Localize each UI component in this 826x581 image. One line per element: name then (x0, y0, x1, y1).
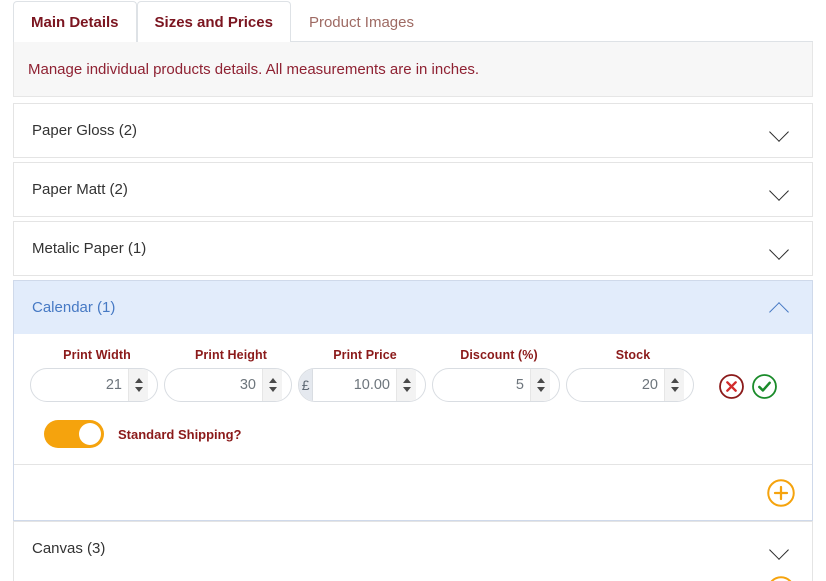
variant-actions (718, 373, 778, 402)
input-wrap-print-width (30, 368, 158, 402)
accordion-title: Calendar (1) (32, 299, 116, 316)
accordion-title: Paper Matt (2) (32, 181, 128, 198)
circle-check-icon[interactable] (751, 373, 778, 400)
stepper-up-icon[interactable] (670, 378, 679, 383)
field-discount: Discount (%) (432, 348, 566, 402)
tab-bar: Main Details Sizes and Prices Product Im… (13, 0, 813, 42)
stepper-up-icon[interactable] (268, 378, 277, 383)
toggle-knob (79, 423, 101, 445)
label-discount: Discount (%) (460, 348, 538, 362)
accordion-header-canvas[interactable]: Canvas (3) (14, 522, 812, 575)
accordion-header-paper-gloss[interactable]: Paper Gloss (2) (14, 104, 812, 157)
field-print-width: Print Width (30, 348, 164, 402)
print-price-input[interactable] (313, 369, 396, 401)
label-print-height: Print Height (194, 348, 268, 362)
label-stock: Stock (615, 348, 651, 362)
input-wrap-stock (566, 368, 694, 402)
tab-main-details[interactable]: Main Details (13, 1, 137, 42)
add-variant-row (14, 465, 812, 520)
accordion-title: Canvas (3) (32, 540, 106, 557)
stock-stepper[interactable] (664, 369, 684, 401)
variant-row: Print Width Print Height (14, 334, 812, 465)
discount-stepper[interactable] (530, 369, 550, 401)
print-height-stepper[interactable] (262, 369, 282, 401)
circle-plus-icon[interactable] (766, 478, 796, 508)
stepper-down-icon[interactable] (134, 387, 143, 392)
accordion-item-canvas: Canvas (3) (13, 521, 813, 576)
info-banner-text: Manage individual products details. All … (28, 60, 480, 78)
print-height-input[interactable] (165, 369, 262, 401)
circle-plus-icon[interactable] (766, 575, 796, 581)
accordion-header-metalic-paper[interactable]: Metalic Paper (1) (14, 222, 812, 275)
input-wrap-print-price: £ (298, 368, 426, 402)
currency-prefix: £ (299, 369, 314, 401)
print-width-input[interactable] (31, 369, 128, 401)
stepper-down-icon[interactable] (402, 387, 411, 392)
tab-product-images[interactable]: Product Images (291, 1, 432, 42)
print-price-stepper[interactable] (396, 369, 416, 401)
standard-shipping-toggle[interactable] (44, 420, 104, 448)
field-stock: Stock (566, 348, 700, 402)
input-wrap-print-height (164, 368, 292, 402)
next-section-peek (13, 573, 813, 581)
chevron-down-icon[interactable] (768, 541, 794, 557)
circle-x-icon[interactable] (718, 373, 745, 400)
accordion-item-calendar: Calendar (1) Print Width 21 Print Height… (13, 280, 813, 521)
stepper-down-icon[interactable] (536, 387, 545, 392)
accordion-item-paper-matt: Paper Matt (2) (13, 162, 813, 217)
stepper-down-icon[interactable] (670, 387, 679, 392)
label-print-width: Print Width (63, 348, 131, 362)
stepper-down-icon[interactable] (268, 387, 277, 392)
accordion-item-metalic-paper: Metalic Paper (1) (13, 221, 813, 276)
stepper-up-icon[interactable] (134, 378, 143, 383)
chevron-up-icon[interactable] (768, 300, 794, 316)
chevron-down-icon[interactable] (768, 241, 794, 257)
standard-shipping-label: Standard Shipping? (118, 426, 242, 442)
stepper-up-icon[interactable] (402, 378, 411, 383)
info-banner: Manage individual products details. All … (13, 42, 813, 97)
variant-fields: Print Width Print Height (30, 348, 796, 402)
accordion-header-paper-matt[interactable]: Paper Matt (2) (14, 163, 812, 216)
accordion-title: Paper Gloss (2) (32, 122, 138, 139)
print-width-stepper[interactable] (128, 369, 148, 401)
stock-input[interactable] (567, 369, 664, 401)
accordion-item-paper-gloss: Paper Gloss (2) (13, 103, 813, 158)
standard-shipping-row: Standard Shipping? (30, 420, 796, 448)
field-print-price: Print Price £ (298, 348, 432, 402)
tab-sizes-and-prices[interactable]: Sizes and Prices (136, 1, 291, 42)
accordion-title: Metalic Paper (1) (32, 240, 147, 257)
input-wrap-discount (432, 368, 560, 402)
label-print-price: Print Price (333, 348, 397, 362)
chevron-down-icon[interactable] (768, 123, 794, 139)
chevron-down-icon[interactable] (768, 182, 794, 198)
accordion-header-calendar[interactable]: Calendar (1) (14, 281, 812, 334)
sizes-and-prices-page: Main Details Sizes and Prices Product Im… (0, 0, 826, 581)
accordion-body-calendar: Print Width Print Height (14, 334, 812, 520)
product-type-accordion: Paper Gloss (2) Paper Matt (2) Metalic P… (13, 103, 813, 580)
stepper-up-icon[interactable] (536, 378, 545, 383)
discount-input[interactable] (433, 369, 530, 401)
field-print-height: Print Height (164, 348, 298, 402)
